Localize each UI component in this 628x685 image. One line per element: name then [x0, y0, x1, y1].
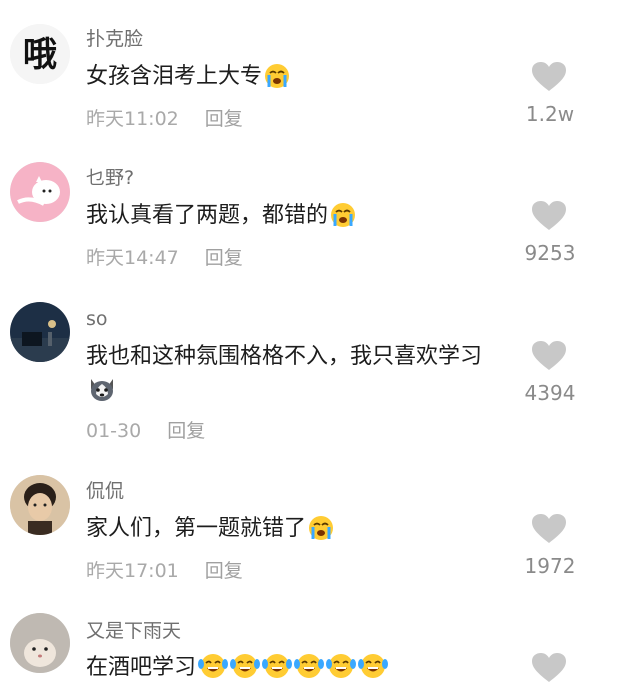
reply-button[interactable]: 回复	[167, 420, 205, 442]
laughing-tears-emoji	[262, 654, 293, 678]
user-avatar[interactable]: 哦	[10, 24, 70, 84]
heart-icon[interactable]	[532, 653, 566, 683]
dark-room-avatar-icon	[10, 302, 70, 362]
comment-text: 女孩含泪考上大专	[86, 60, 506, 94]
comment-time: 昨天14:47	[86, 247, 179, 269]
comment-text: 家人们，第一题就错了	[86, 512, 506, 546]
heart-icon[interactable]	[532, 514, 566, 544]
hamster-avatar-icon	[10, 613, 70, 673]
comment-text-content: 我认真看了两题，都错的	[86, 203, 329, 228]
comment-time: 昨天11:02	[86, 108, 179, 130]
like-count: 9253	[524, 241, 576, 265]
comment-text: 在酒吧学习	[86, 651, 546, 685]
crying-face-emoji	[309, 516, 334, 540]
username[interactable]: so	[86, 307, 108, 331]
username[interactable]: 又是下雨天	[86, 619, 181, 643]
comment-text-content: 女孩含泪考上大专	[86, 64, 263, 89]
husky-dog-emoji	[91, 379, 113, 401]
heart-icon[interactable]	[532, 201, 566, 231]
laughing-tears-emoji	[230, 654, 261, 678]
comment-meta: 昨天14:47 回复	[86, 246, 243, 270]
comment-text-content: 在酒吧学习	[86, 655, 197, 680]
crying-face-emoji	[265, 64, 290, 88]
laughing-tears-emoji	[294, 654, 325, 678]
user-avatar[interactable]	[10, 162, 70, 222]
comment-text: 我认真看了两题，都错的	[86, 199, 506, 233]
reply-button[interactable]: 回复	[205, 247, 243, 269]
pink-cartoon-avatar-icon	[10, 162, 70, 222]
comment-text-content: 我也和这种氛围格格不入，我只喜欢学习	[86, 344, 483, 369]
person-photo-avatar-icon	[10, 475, 70, 535]
like-count: 1972	[524, 554, 576, 578]
username[interactable]: 扑克脸	[86, 27, 143, 51]
hanzi-e-avatar-icon: 哦	[10, 24, 70, 84]
reply-button[interactable]: 回复	[205, 560, 243, 582]
user-avatar[interactable]	[10, 302, 70, 362]
username[interactable]: 乜野?	[86, 166, 134, 190]
laughing-tears-emoji	[198, 654, 229, 678]
comment-meta: 昨天11:02 回复	[86, 107, 243, 131]
comment-time: 昨天17:01	[86, 560, 179, 582]
user-avatar[interactable]	[10, 475, 70, 535]
user-avatar[interactable]	[10, 613, 70, 673]
heart-icon[interactable]	[532, 62, 566, 92]
svg-text:哦: 哦	[23, 35, 57, 75]
username[interactable]: 侃侃	[86, 479, 124, 503]
like-count: 1.2w	[525, 102, 575, 126]
laughing-tears-emoji	[326, 654, 357, 678]
comment-meta: 01-30 回复	[86, 419, 205, 443]
laughing-tears-emoji	[358, 654, 389, 678]
emoji-group	[196, 654, 389, 680]
comment-time: 01-30	[86, 420, 142, 442]
crying-face-emoji	[331, 203, 356, 227]
comment-text-content: 家人们，第一题就错了	[86, 516, 307, 541]
heart-icon[interactable]	[532, 341, 566, 371]
reply-button[interactable]: 回复	[205, 108, 243, 130]
comment-meta: 昨天17:01 回复	[86, 559, 243, 583]
like-count: 4394	[524, 381, 576, 405]
comment-text: 我也和这种氛围格格不入，我只喜欢学习	[86, 340, 506, 408]
